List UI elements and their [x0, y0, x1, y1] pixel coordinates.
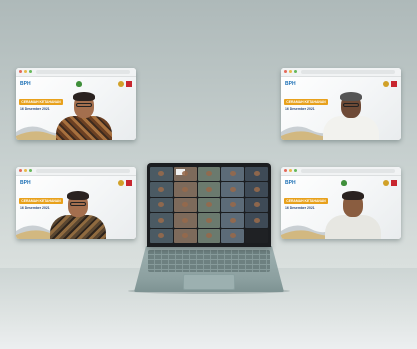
window-titlebar [16, 167, 136, 176]
participant-tile[interactable] [221, 197, 245, 213]
emblem-icon [341, 180, 347, 186]
participant-tile[interactable] [150, 167, 173, 182]
speaker-person [319, 88, 383, 140]
keyboard-rows [148, 250, 270, 272]
participant-tile[interactable] [150, 182, 173, 197]
video-feed: BPH CERAMAH KETAHANAN 16 Desember 2021 [281, 176, 401, 239]
participant-tile[interactable] [173, 182, 197, 197]
speaker-hair [67, 191, 89, 200]
participant-tile[interactable] [197, 182, 221, 197]
window-titlebar [281, 68, 401, 77]
close-dot-icon[interactable] [284, 169, 287, 172]
close-dot-icon[interactable] [284, 70, 287, 73]
video-window-bottom-left[interactable]: BPH CERAMAH KETAHANAN 16 Desember 2021 [16, 167, 136, 239]
partner-logos [118, 81, 132, 87]
window-titlebar [281, 167, 401, 176]
minimize-dot-icon[interactable] [289, 70, 292, 73]
laptop-screen [147, 163, 271, 247]
video-call-grid [150, 167, 268, 243]
participant-tile[interactable] [197, 197, 221, 213]
address-bar[interactable] [301, 169, 395, 173]
speaker-person [46, 187, 110, 239]
close-dot-icon[interactable] [19, 70, 22, 73]
partner-logos [118, 180, 132, 186]
speaker-hair [340, 92, 362, 101]
bph-logo: BPH [285, 180, 296, 186]
laptop-trackpad[interactable] [183, 274, 235, 290]
speaker-hair [342, 191, 364, 200]
event-date: 16 Desember 2021 [285, 107, 315, 111]
participant-tile[interactable] [245, 167, 268, 182]
partner-logos [383, 81, 397, 87]
participant-tile[interactable] [173, 197, 197, 213]
red-logo-icon [126, 180, 132, 186]
participant-tile[interactable] [221, 213, 245, 228]
glasses-icon [343, 103, 359, 107]
speaker-body [323, 116, 379, 140]
participant-tile[interactable] [173, 167, 197, 182]
participant-tile[interactable] [221, 167, 245, 182]
address-bar[interactable] [36, 70, 130, 74]
participant-tile[interactable] [245, 228, 268, 243]
bph-logo: BPH [20, 81, 31, 87]
participant-tile[interactable] [173, 228, 197, 243]
participant-tile[interactable] [245, 213, 268, 228]
video-feed: BPH CERAMAH KETAHANAN 16 Desember 2021 [16, 77, 136, 140]
bph-logo: BPH [285, 81, 296, 87]
glasses-icon [70, 202, 86, 206]
partner-logos [383, 180, 397, 186]
speaker-body [325, 215, 381, 239]
participant-tile[interactable] [150, 213, 173, 228]
red-logo-icon [391, 180, 397, 186]
red-logo-icon [126, 81, 132, 87]
address-bar[interactable] [36, 169, 130, 173]
event-date: 16 Desember 2021 [285, 206, 315, 210]
close-dot-icon[interactable] [19, 169, 22, 172]
speaker-hair [73, 92, 95, 101]
maximize-dot-icon[interactable] [294, 70, 297, 73]
participant-tile[interactable] [150, 197, 173, 213]
minimize-dot-icon[interactable] [289, 169, 292, 172]
maximize-dot-icon[interactable] [29, 70, 32, 73]
gold-emblem-icon [383, 180, 389, 186]
maximize-dot-icon[interactable] [294, 169, 297, 172]
video-window-top-right[interactable]: BPH CERAMAH KETAHANAN 16 Desember 2021 [281, 68, 401, 140]
speaker-person [321, 187, 385, 239]
participant-tile[interactable] [221, 182, 245, 197]
participant-tile[interactable] [150, 228, 173, 243]
video-window-top-left[interactable]: BPH CERAMAH KETAHANAN 16 Desember 2021 [16, 68, 136, 140]
video-feed: BPH CERAMAH KETAHANAN 16 Desember 2021 [16, 176, 136, 239]
video-feed: BPH CERAMAH KETAHANAN 16 Desember 2021 [281, 77, 401, 140]
participant-tile[interactable] [197, 228, 221, 243]
address-bar[interactable] [301, 70, 395, 74]
gold-emblem-icon [383, 81, 389, 87]
participant-tile[interactable] [197, 167, 221, 182]
minimize-dot-icon[interactable] [24, 169, 27, 172]
glasses-icon [76, 103, 92, 107]
speaker-body [56, 116, 112, 140]
participant-tile[interactable] [173, 213, 197, 228]
participant-tile[interactable] [221, 228, 245, 243]
red-logo-icon [391, 81, 397, 87]
participant-tile[interactable] [197, 213, 221, 228]
gold-emblem-icon [118, 180, 124, 186]
minimize-dot-icon[interactable] [24, 70, 27, 73]
participant-tile[interactable] [245, 182, 268, 197]
window-titlebar [16, 68, 136, 77]
speaker-person [52, 88, 116, 140]
speaker-body [50, 215, 106, 239]
emblem-icon [76, 81, 82, 87]
maximize-dot-icon[interactable] [29, 169, 32, 172]
video-window-bottom-right[interactable]: BPH CERAMAH KETAHANAN 16 Desember 2021 [281, 167, 401, 239]
event-date: 16 Desember 2021 [20, 107, 50, 111]
bph-logo: BPH [20, 180, 31, 186]
gold-emblem-icon [118, 81, 124, 87]
scene: BPH CERAMAH KETAHANAN 16 Desember 2021 B… [0, 0, 417, 349]
participant-tile[interactable] [245, 197, 268, 213]
